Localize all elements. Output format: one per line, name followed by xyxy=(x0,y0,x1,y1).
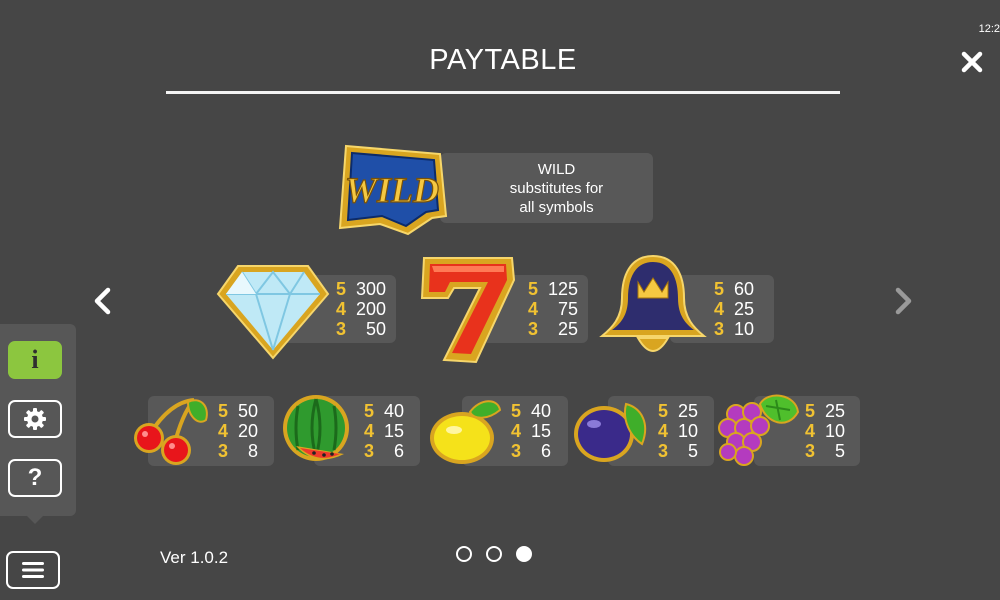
wild-title: WILD xyxy=(537,160,576,178)
pay-count: 5 xyxy=(511,401,522,421)
next-page-arrow-icon[interactable] xyxy=(892,285,916,317)
pay-value: 15 xyxy=(384,421,405,441)
clock: 12:2 xyxy=(978,23,1000,35)
diamond-icon xyxy=(216,265,330,360)
pay-value: 25 xyxy=(678,401,699,421)
pay-value: 60 xyxy=(734,279,755,299)
pay-count: 3 xyxy=(511,441,522,461)
pay-count: 4 xyxy=(658,421,669,441)
page-dot-1[interactable] xyxy=(456,546,472,562)
grapes-icon xyxy=(718,394,800,466)
pay-count: 4 xyxy=(805,421,816,441)
pay-value: 50 xyxy=(238,401,259,421)
pay-value: 125 xyxy=(548,279,579,299)
pay-value: 6 xyxy=(541,441,552,461)
pay-values-bell: 5 60 4 25 3 10 xyxy=(714,279,754,339)
wild-description: WILD substitutes for all symbols xyxy=(440,153,653,223)
close-icon[interactable] xyxy=(960,50,984,74)
pay-value: 10 xyxy=(734,319,755,339)
pay-value: 10 xyxy=(678,421,699,441)
hamburger-menu-icon xyxy=(22,562,44,578)
pay-values-watermelon: 5 40 4 15 36 xyxy=(364,401,404,461)
pay-value: 50 xyxy=(366,319,387,339)
help-icon: ? xyxy=(27,464,43,491)
pay-count: 3 xyxy=(336,319,347,339)
pay-values-plum: 5 25 4 10 35 xyxy=(658,401,698,461)
pay-value: 25 xyxy=(734,299,755,319)
seven-icon xyxy=(420,257,516,364)
pay-value: 20 xyxy=(238,421,259,441)
settings-button[interactable] xyxy=(8,400,62,438)
info-button[interactable]: i xyxy=(8,341,62,379)
plum-icon xyxy=(574,402,647,462)
pay-count: 4 xyxy=(528,299,539,319)
pay-values-cherries: 5 50 4 20 38 xyxy=(218,401,258,461)
pay-count: 5 xyxy=(364,401,375,421)
pay-value: 75 xyxy=(558,299,579,319)
wild-line-1: substitutes for xyxy=(509,179,604,197)
pay-value: 300 xyxy=(356,279,387,299)
page-title: PAYTABLE xyxy=(429,44,577,76)
pay-value: 5 xyxy=(688,441,699,461)
title-divider xyxy=(166,91,840,94)
pay-count: 3 xyxy=(528,319,539,339)
lemon-icon xyxy=(430,400,502,464)
pay-count: 3 xyxy=(805,441,816,461)
pay-value: 6 xyxy=(394,441,405,461)
wild-logo-text: WILD xyxy=(345,170,439,210)
pay-value: 5 xyxy=(835,441,846,461)
page-indicator xyxy=(456,546,532,562)
pay-count: 3 xyxy=(714,319,725,339)
help-button[interactable]: ? xyxy=(8,459,62,497)
pay-count: 4 xyxy=(336,299,347,319)
cherries-icon xyxy=(134,398,208,465)
pay-values-diamond: 5 300 4 200 3 50 xyxy=(336,279,386,339)
pay-count: 4 xyxy=(714,299,725,319)
pay-value: 8 xyxy=(248,441,259,461)
pay-count: 4 xyxy=(218,421,229,441)
page-dot-3[interactable] xyxy=(516,546,532,562)
pay-values-seven: 5 125 4 75 3 25 xyxy=(528,279,578,339)
pay-count: 3 xyxy=(658,441,669,461)
pay-value: 15 xyxy=(531,421,552,441)
pay-count: 5 xyxy=(528,279,539,299)
pay-count: 5 xyxy=(658,401,669,421)
watermelon-icon xyxy=(283,395,349,461)
pay-value: 200 xyxy=(356,299,387,319)
pay-count: 4 xyxy=(511,421,522,441)
pay-value: 10 xyxy=(825,421,846,441)
menu-button[interactable] xyxy=(6,551,60,589)
pay-value: 40 xyxy=(384,401,405,421)
pay-count: 5 xyxy=(218,401,229,421)
side-menu-pointer xyxy=(26,515,44,524)
wild-symbol-icon: WILD xyxy=(338,144,448,236)
pay-count: 5 xyxy=(336,279,347,299)
pay-value: 25 xyxy=(558,319,579,339)
previous-page-arrow-icon[interactable] xyxy=(90,285,114,317)
pay-value: 25 xyxy=(825,401,846,421)
wild-line-2: all symbols xyxy=(519,198,594,216)
pay-count: 4 xyxy=(364,421,375,441)
pay-values-lemon: 5 40 4 15 36 xyxy=(511,401,551,461)
info-icon: i xyxy=(31,345,39,374)
page-dot-2[interactable] xyxy=(486,546,502,562)
version-label: Ver 1.0.2 xyxy=(160,548,229,567)
pay-values-grapes: 5 25 4 10 35 xyxy=(805,401,845,461)
pay-value: 40 xyxy=(531,401,552,421)
gear-icon xyxy=(24,408,46,430)
pay-count: 5 xyxy=(805,401,816,421)
pay-count: 5 xyxy=(714,279,725,299)
pay-count: 3 xyxy=(364,441,375,461)
bell-icon xyxy=(599,254,707,352)
pay-count: 3 xyxy=(218,441,229,461)
